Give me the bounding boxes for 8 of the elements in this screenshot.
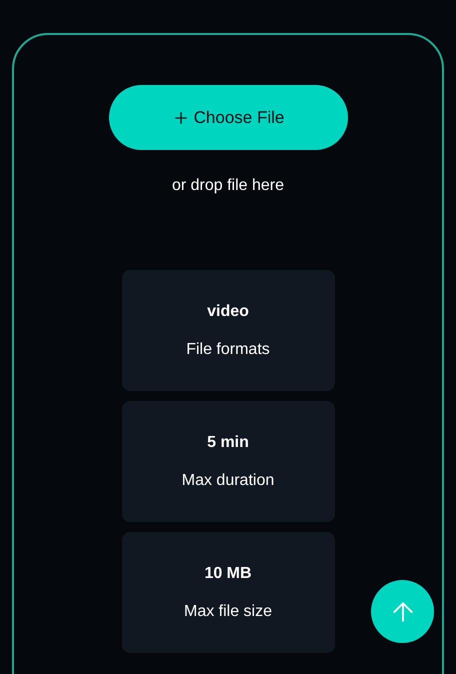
limit-label: Max file size [184,602,272,622]
limit-label: File formats [186,340,270,360]
drop-hint: or drop file here [172,176,284,196]
choose-file-button[interactable]: Choose File [108,85,348,150]
limit-value: video [207,302,249,322]
limit-label: Max duration [182,470,274,490]
limit-value: 5 min [207,432,249,452]
limit-value: 10 MB [204,564,252,584]
